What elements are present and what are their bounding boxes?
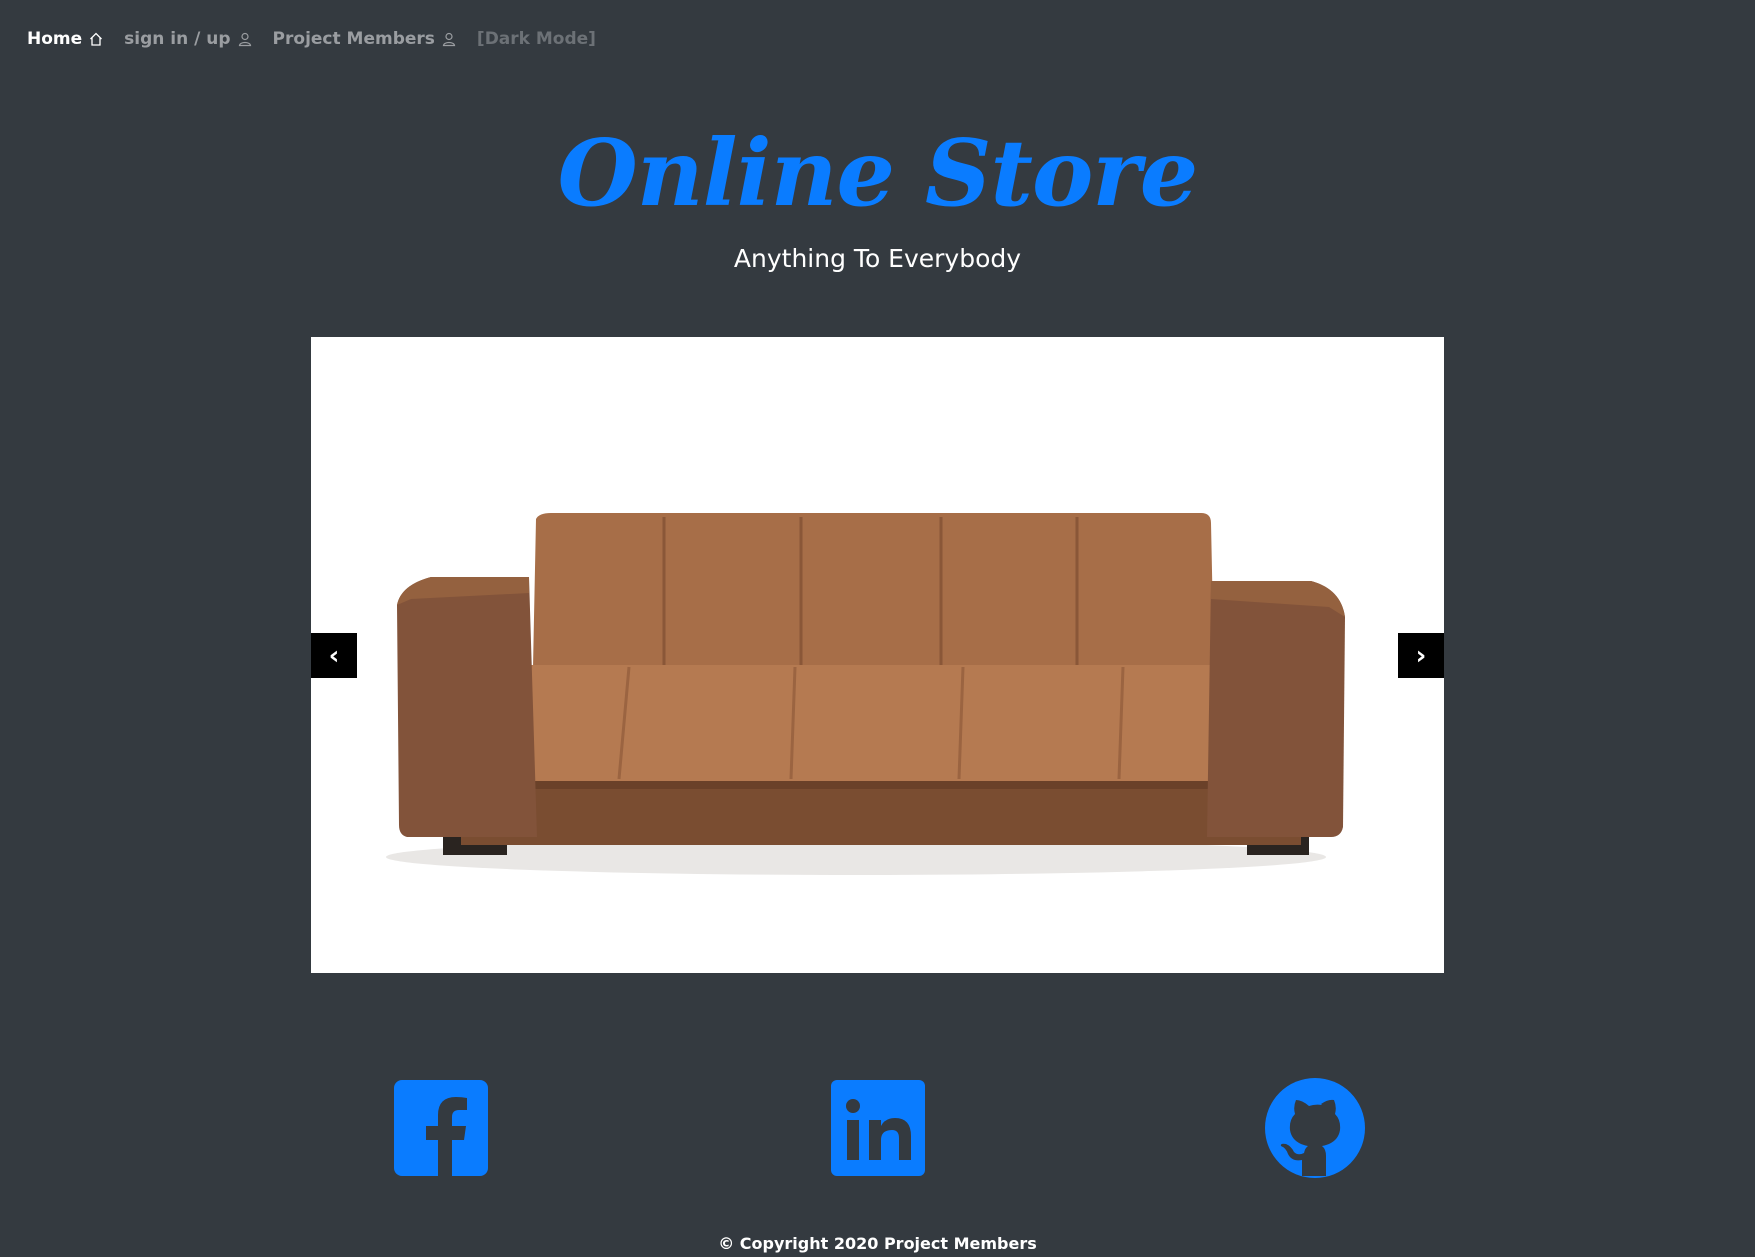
carousel-prev-button[interactable]: ‹ (311, 633, 357, 678)
dark-mode-toggle[interactable]: [Dark Mode] (477, 29, 596, 49)
home-icon (90, 32, 103, 46)
nav-signin-label: sign in / up (124, 29, 231, 49)
page-tagline: Anything To Everybody (733, 244, 1022, 273)
nav-members-label: Project Members (272, 29, 435, 49)
user-icon (238, 32, 251, 47)
carousel-next-button[interactable]: › (1398, 633, 1444, 678)
top-nav: Home sign in / up Project Members [Dark … (27, 26, 616, 52)
page-title: Online Store (557, 119, 1199, 227)
facebook-link[interactable] (390, 1076, 492, 1180)
github-link[interactable] (1264, 1076, 1366, 1180)
linkedin-icon (831, 1080, 925, 1176)
nav-home-link[interactable]: Home (27, 29, 104, 49)
github-icon (1265, 1078, 1365, 1178)
product-carousel: ‹ › (311, 337, 1444, 973)
chevron-right-icon: › (1415, 640, 1427, 671)
nav-home-label: Home (27, 29, 83, 49)
page: Home sign in / up Project Members [Dark … (0, 0, 1755, 1257)
linkedin-link[interactable] (827, 1076, 929, 1180)
nav-signin-link[interactable]: sign in / up (124, 29, 252, 49)
chevron-left-icon: ‹ (328, 640, 340, 671)
user-icon (442, 32, 456, 47)
facebook-icon (394, 1080, 488, 1176)
nav-members-link[interactable]: Project Members (273, 29, 457, 49)
brand-header: Online Store Anything To Everybody (0, 118, 1755, 273)
footer-copyright: © Copyright 2020 Project Members (718, 1234, 1037, 1253)
sofa-image (311, 337, 1444, 973)
